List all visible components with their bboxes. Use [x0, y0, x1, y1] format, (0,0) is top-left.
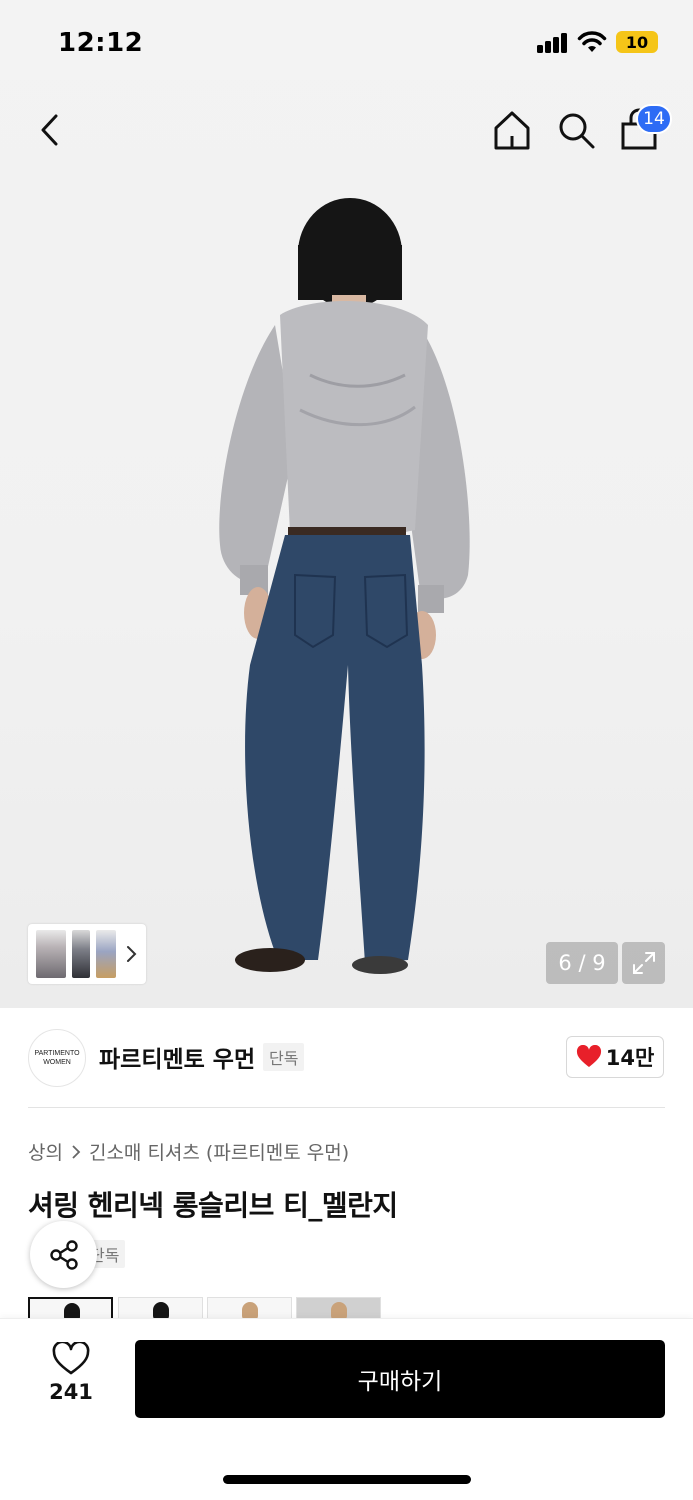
heart-filled-icon [576, 1045, 601, 1067]
cellular-signal-icon [537, 33, 569, 53]
breadcrumb-subcategory[interactable]: 긴소매 티셔츠 (파르티멘토 우먼) [89, 1138, 349, 1165]
chevron-right-icon [72, 1144, 81, 1159]
chevron-right-icon[interactable] [124, 942, 138, 966]
brand-like-count: 14만 [605, 1046, 655, 1070]
expand-button[interactable] [622, 942, 665, 984]
back-chevron-icon[interactable] [30, 108, 70, 152]
exclusive-tag: 단독 [263, 1043, 305, 1071]
breadcrumb: 상의 긴소매 티셔츠 (파르티멘토 우먼) [28, 1138, 349, 1165]
search-icon[interactable] [554, 108, 598, 152]
thumbnail-image[interactable] [36, 930, 66, 978]
color-option-thumbnail[interactable] [207, 1297, 292, 1319]
home-icon[interactable] [490, 108, 534, 152]
color-option-thumbnail[interactable] [296, 1297, 381, 1319]
color-option-thumbnail[interactable] [28, 1297, 113, 1319]
brand-name[interactable]: 파르티멘토 우먼 [99, 1040, 255, 1074]
share-icon [49, 1239, 78, 1270]
color-options[interactable] [28, 1297, 428, 1319]
wifi-icon [577, 31, 607, 52]
thumbnail-image[interactable] [72, 930, 90, 978]
image-pager: 6 / 9 [546, 942, 618, 984]
product-title: 셔링 헨리넥 롱슬리브 티_멜란지 [28, 1189, 398, 1222]
divider [28, 1107, 665, 1108]
status-time: 12:12 [58, 28, 144, 58]
thumbnail-image[interactable] [96, 930, 116, 978]
brand-logo[interactable]: PARTIMENTO WOMEN [28, 1029, 86, 1087]
home-indicator[interactable] [223, 1475, 471, 1484]
product-photo [219, 198, 470, 974]
buy-button[interactable]: 구매하기 [135, 1340, 665, 1418]
heart-outline-icon [52, 1342, 90, 1375]
cart-count-badge: 14 [636, 104, 672, 134]
breadcrumb-category[interactable]: 상의 [28, 1138, 63, 1165]
battery-indicator: 10 [616, 31, 658, 53]
status-bar: 12:12 10 [0, 0, 693, 88]
share-button[interactable] [30, 1221, 97, 1288]
thumbnail-strip[interactable] [28, 924, 146, 984]
color-option-thumbnail[interactable] [118, 1297, 203, 1319]
expand-icon [632, 952, 655, 974]
brand-like-button[interactable]: 14만 [566, 1036, 664, 1078]
product-image-gallery[interactable]: 12:12 10 14 6 / 9 [0, 0, 693, 1008]
wishlist-button[interactable]: 241 [40, 1342, 102, 1412]
wishlist-count: 241 [49, 1380, 93, 1404]
